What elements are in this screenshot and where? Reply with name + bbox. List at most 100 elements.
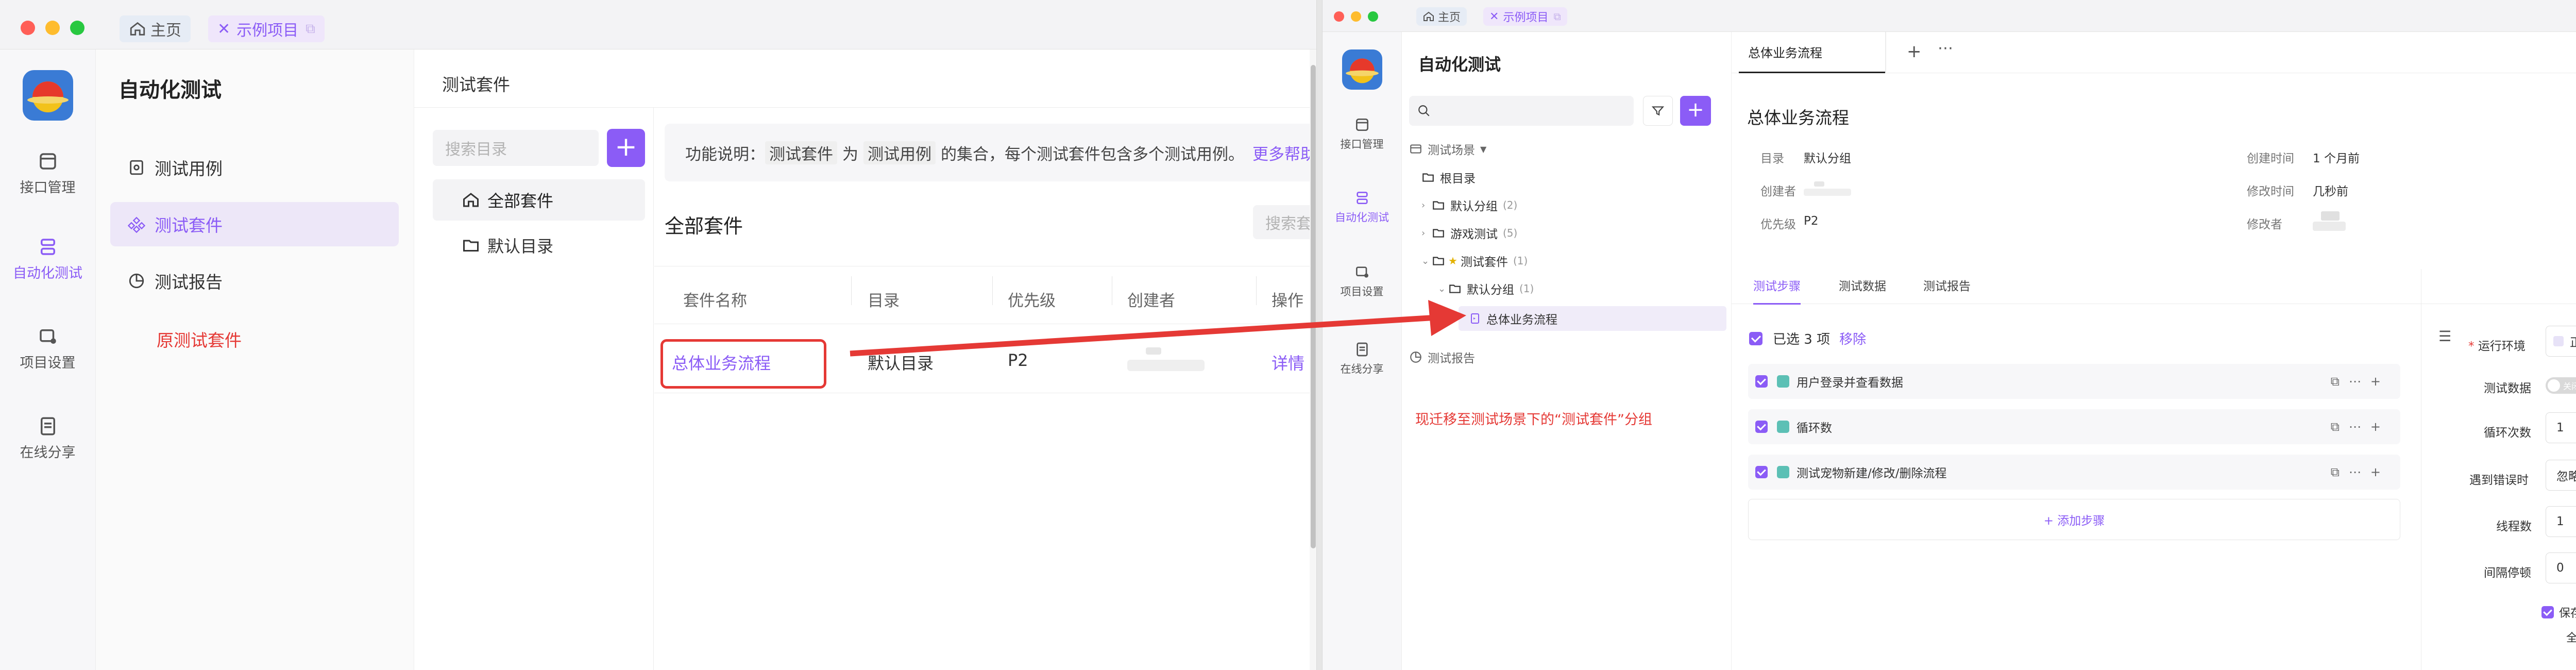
suite-search-input[interactable]: 搜索套件 (1253, 205, 1316, 239)
step-label: 测试宠物新建/修改/删除流程 (1797, 467, 1947, 480)
folder-open-icon (1433, 257, 1444, 265)
step-actions-icons[interactable]: ⧉⋯+ (2331, 420, 2390, 434)
scrollbar-track[interactable] (1310, 49, 1316, 670)
step-card[interactable]: 测试宠物新建/修改/删除流程 ⧉⋯+ (1748, 455, 2400, 490)
filter-button[interactable] (1643, 96, 1673, 126)
scene-group-header[interactable]: 测试场景 ▼ (1409, 140, 1486, 158)
more-options-icon[interactable]: ⋯ (1938, 39, 1953, 57)
chevron-down-icon[interactable]: ⌄ (1421, 256, 1432, 266)
close-window-button[interactable] (21, 21, 35, 35)
step-checkbox[interactable] (1755, 466, 1768, 478)
tree-item-game-test[interactable]: › 游戏测试 (5) (1421, 223, 1517, 243)
chevron-right-icon[interactable]: › (1421, 200, 1432, 211)
all-requests-select[interactable]: 全部请求 (2566, 629, 2576, 645)
scene-search-input[interactable] (1409, 96, 1634, 126)
error-label: 遇到错误时 (2469, 474, 2529, 487)
subtab-report[interactable]: 测试报告 (1923, 276, 1971, 294)
directory-search-input[interactable]: 搜索目录 (433, 130, 599, 166)
tab-project[interactable]: ✕ 示例项目 ⧉ (1483, 7, 1567, 26)
subtab-data[interactable]: 测试数据 (1839, 276, 1886, 294)
tree-item-default-group[interactable]: › 默认分组 (2) (1421, 195, 1517, 215)
left-main-area: 测试套件 搜索目录 + 全部套件 默认目录 功能说明： 测试套件 为 测试用例 … (414, 49, 1316, 670)
sidebar-item-test-suite[interactable]: 测试套件 (110, 202, 399, 246)
close-tab-icon[interactable]: ✕ (217, 20, 230, 38)
step-checkbox[interactable] (1755, 421, 1768, 433)
tree-item-count: (1) (1513, 255, 1528, 267)
sidebar-item-report[interactable]: 测试报告 (1409, 348, 1475, 366)
rail-item-share[interactable]: 在线分享 (0, 415, 95, 461)
tree-item-label: 默认分组 (1467, 283, 1514, 297)
left-app-window: 主页 ✕ 示例项目 ⧉ 接口管理 自动化测试 项目设置 在线分享 自动化测试 测… (0, 0, 1317, 670)
step-actions-icons[interactable]: ⧉⋯+ (2331, 465, 2390, 479)
loops-input[interactable]: 1 (2546, 412, 2576, 443)
tree-item-count: (5) (1503, 227, 1518, 239)
close-tab-icon[interactable]: ✕ (1489, 10, 1499, 23)
step-actions-icons[interactable]: ⧉⋯+ (2331, 374, 2390, 389)
sidebar-title: 自动化测试 (118, 78, 222, 102)
rail-item-api[interactable]: 接口管理 (0, 150, 95, 196)
remove-button[interactable]: 移除 (1839, 329, 1866, 348)
zoom-window-button[interactable] (70, 21, 84, 35)
chevron-right-icon[interactable]: › (1421, 228, 1432, 239)
rail-item-settings[interactable]: 项目设置 (0, 326, 95, 372)
rail-item-api[interactable]: 接口管理 (1323, 116, 1401, 152)
minimize-window-button[interactable] (1351, 11, 1361, 22)
subtab-steps[interactable]: 测试步骤 (1753, 276, 1801, 305)
tree-item-default-subgroup[interactable]: ⌄ 默认分组 (1) (1438, 278, 1534, 299)
highlight-box (660, 339, 826, 389)
error-select[interactable]: 忽略 ⌄ (2546, 460, 2576, 491)
loops-value: 1 (2556, 421, 2564, 434)
step-checkbox[interactable] (1755, 375, 1768, 388)
help-link[interactable]: 更多帮助 (1252, 141, 1316, 164)
tree-item-default-dir[interactable]: 默认目录 (433, 225, 645, 266)
annotation-original-suite: 原测试套件 (157, 330, 242, 350)
sidebar-item-test-case[interactable]: 测试用例 (110, 145, 399, 190)
doc-tab-active[interactable]: 总体业务流程 (1739, 32, 1885, 73)
add-directory-button[interactable]: + (607, 129, 645, 167)
sidebar-item-report[interactable]: 测试报告 (110, 259, 399, 303)
rail-item-automation[interactable]: 自动化测试 (1323, 190, 1401, 225)
external-link-icon[interactable]: ⧉ (306, 21, 315, 37)
api-icon (1355, 119, 1368, 131)
zoom-window-button[interactable] (1368, 11, 1378, 22)
right-app-window: 主页 ✕ 示例项目 ⧉ ⚇ 接口管理 自动化测试 项目设置 在线分享 自 (1322, 0, 2576, 670)
close-window-button[interactable] (1334, 11, 1344, 22)
details-link[interactable]: 详情 (1272, 350, 1304, 374)
app-logo-icon (1346, 58, 1379, 83)
rail-label-api: 接口管理 (1340, 138, 1384, 150)
tree-item-overall-flow[interactable]: 总体业务流程 (1459, 306, 1726, 331)
tab-home[interactable]: 主页 (1416, 7, 1467, 26)
threads-input[interactable]: 1 (2546, 506, 2576, 537)
scrollbar-thumb[interactable] (1311, 65, 1316, 548)
chevron-down-icon[interactable]: ⌄ (1438, 283, 1448, 294)
minimize-window-button[interactable] (45, 21, 60, 35)
new-tab-button[interactable]: + (1907, 41, 1922, 62)
add-scene-button[interactable]: + (1680, 96, 1711, 126)
tree-item-label: 默认目录 (487, 237, 554, 256)
info-mid: 为 (842, 145, 858, 164)
save-request-checkbox[interactable] (2541, 606, 2554, 618)
step-card[interactable]: 用户登录并查看数据 ⧉⋯+ (1748, 364, 2400, 399)
save-request-checkbox-row[interactable]: 保存请求/响应 (2541, 604, 2576, 621)
external-link-icon[interactable]: ⧉ (1553, 10, 1561, 23)
tree-item-root[interactable]: 根目录 (1421, 167, 1476, 188)
sidebar-item-label: 测试报告 (155, 272, 223, 292)
select-all-checkbox[interactable] (1749, 331, 1762, 345)
tab-project[interactable]: ✕ 示例项目 ⧉ (208, 15, 325, 42)
rail-item-settings[interactable]: 项目设置 (1323, 264, 1401, 299)
add-step-button[interactable]: + 添加步骤 (1748, 499, 2400, 540)
sort-icon[interactable]: ☰ (2438, 328, 2451, 345)
env-select[interactable]: 正式环境 (2546, 326, 2576, 357)
tree-item-all-suites[interactable]: 全部套件 (433, 179, 645, 221)
scene-file-icon (1471, 313, 1479, 324)
test-data-toggle[interactable]: 关闭 (2546, 377, 2576, 394)
creator-blurred-avatar (1804, 181, 1851, 197)
tab-home[interactable]: 主页 (120, 15, 191, 42)
rail-item-share[interactable]: 在线分享 (1323, 341, 1401, 376)
step-card[interactable]: 循环数 ⧉⋯+ (1748, 409, 2400, 444)
rail-item-automation[interactable]: 自动化测试 (0, 236, 95, 282)
tree-item-test-suite-group[interactable]: ⌄ ★ 测试套件 (1) (1421, 250, 1528, 271)
settings-icon (1355, 266, 1368, 278)
interval-input[interactable]: 0 (2546, 552, 2576, 583)
test-case-icon (130, 160, 143, 175)
